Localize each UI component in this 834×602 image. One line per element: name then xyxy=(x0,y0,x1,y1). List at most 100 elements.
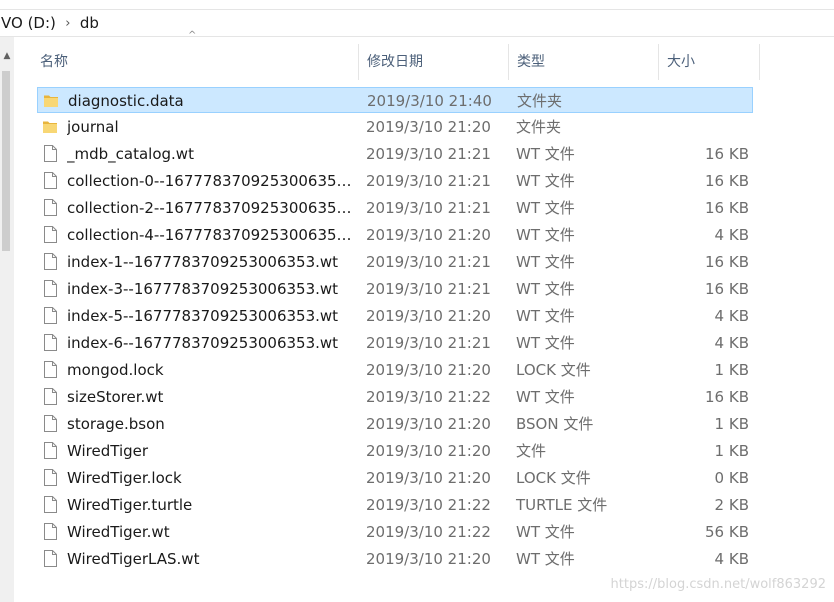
folder-icon xyxy=(43,114,59,140)
file-date: 2019/3/10 21:21 xyxy=(366,253,491,271)
file-type: LOCK 文件 xyxy=(516,469,591,487)
file-date: 2019/3/10 21:20 xyxy=(366,415,491,433)
file-name: sizeStorer.wt xyxy=(67,388,164,406)
file-size: 16 KB xyxy=(705,280,749,298)
breadcrumb-drive[interactable]: VO (D:) xyxy=(0,14,60,32)
file-type: 文件夹 xyxy=(516,118,562,136)
column-divider[interactable] xyxy=(759,44,760,80)
file-size: 4 KB xyxy=(714,334,749,352)
file-size: 16 KB xyxy=(705,172,749,190)
file-icon xyxy=(44,469,57,486)
address-bar[interactable]: VO (D:) › db xyxy=(0,10,834,37)
file-icon xyxy=(43,411,59,437)
file-date: 2019/3/10 21:20 xyxy=(366,361,491,379)
file-row[interactable]: WiredTiger 2019/3/10 21:20 文件 1 KB xyxy=(37,438,753,464)
file-date: 2019/3/10 21:20 xyxy=(366,118,491,136)
file-row[interactable]: WiredTiger.lock 2019/3/10 21:20 LOCK 文件 0 K… xyxy=(37,465,753,491)
file-type: WT 文件 xyxy=(516,307,575,325)
file-size: 16 KB xyxy=(705,388,749,406)
file-row[interactable]: index-1--1677783709253006353.wt 2019/3/10… xyxy=(37,249,753,275)
column-header-size[interactable]: 大小 xyxy=(659,44,760,80)
file-row[interactable]: collection-2--1677783709253006353... 2019… xyxy=(37,195,753,221)
file-date: 2019/3/10 21:21 xyxy=(366,172,491,190)
file-name: WiredTiger.wt xyxy=(67,523,170,541)
scroll-up-arrow-icon[interactable]: ▲ xyxy=(2,51,12,61)
file-name: WiredTiger.lock xyxy=(67,469,182,487)
file-row[interactable]: collection-4--1677783709253006353... 2019… xyxy=(37,222,753,248)
file-icon xyxy=(44,145,57,162)
file-row[interactable]: WiredTiger.wt 2019/3/10 21:22 WT 文件 56 KB xyxy=(37,519,753,545)
file-row[interactable]: index-5--1677783709253006353.wt 2019/3/10… xyxy=(37,303,753,329)
sort-ascending-icon: ^ xyxy=(188,30,197,41)
file-type: WT 文件 xyxy=(516,226,575,244)
file-icon xyxy=(43,222,59,248)
file-type: 文件 xyxy=(516,442,547,460)
file-size: 56 KB xyxy=(705,523,749,541)
folder-icon xyxy=(44,95,58,107)
navigation-pane-scrollbar[interactable]: ▲ xyxy=(0,37,14,602)
file-row[interactable]: storage.bson 2019/3/10 21:20 BSON 文件 1 KB xyxy=(37,411,753,437)
file-icon xyxy=(43,195,59,221)
file-type: TURTLE 文件 xyxy=(516,496,608,514)
file-row[interactable]: journal 2019/3/10 21:20 文件夹 xyxy=(37,114,753,140)
file-type: 文件夹 xyxy=(517,92,563,110)
file-icon xyxy=(44,280,57,297)
file-icon xyxy=(43,303,59,329)
file-row[interactable]: WiredTiger.turtle 2019/3/10 21:22 TURTLE 文… xyxy=(37,492,753,518)
file-icon xyxy=(43,465,59,491)
file-name: WiredTigerLAS.wt xyxy=(67,550,200,568)
file-row[interactable]: diagnostic.data 2019/3/10 21:40 文件夹 xyxy=(37,87,753,113)
file-icon xyxy=(44,226,57,243)
watermark: https://blog.csdn.net/wolf863292 xyxy=(610,577,826,592)
file-name: WiredTiger.turtle xyxy=(67,496,193,514)
file-icon xyxy=(43,438,59,464)
file-date: 2019/3/10 21:20 xyxy=(366,469,491,487)
file-icon xyxy=(44,496,57,513)
file-name: journal xyxy=(67,118,119,136)
file-name: WiredTiger xyxy=(67,442,149,460)
file-name: storage.bson xyxy=(67,415,165,433)
file-size: 16 KB xyxy=(705,145,749,163)
file-date: 2019/3/10 21:21 xyxy=(366,145,491,163)
file-name: collection-2--1677783709253006353... xyxy=(67,199,357,217)
file-icon xyxy=(44,172,57,189)
file-row[interactable]: index-3--1677783709253006353.wt 2019/3/10… xyxy=(37,276,753,302)
file-icon xyxy=(44,361,57,378)
file-type: WT 文件 xyxy=(516,280,575,298)
file-row[interactable]: collection-0--1677783709253006353... 2019… xyxy=(37,168,753,194)
file-icon xyxy=(43,519,59,545)
file-name: index-1--1677783709253006353.wt xyxy=(67,253,339,271)
file-icon xyxy=(43,546,59,572)
file-name: index-3--1677783709253006353.wt xyxy=(67,280,339,298)
file-row[interactable]: mongod.lock 2019/3/10 21:20 LOCK 文件 1 KB xyxy=(37,357,753,383)
column-header-size-label: 大小 xyxy=(667,54,695,70)
file-icon xyxy=(43,384,59,410)
file-name: collection-0--1677783709253006353... xyxy=(67,172,357,190)
breadcrumb-db[interactable]: db xyxy=(76,14,103,32)
file-icon xyxy=(44,199,57,216)
file-row[interactable]: WiredTigerLAS.wt 2019/3/10 21:20 WT 文件 4 KB xyxy=(37,546,753,572)
file-type: WT 文件 xyxy=(516,334,575,352)
file-type: LOCK 文件 xyxy=(516,361,591,379)
file-date: 2019/3/10 21:20 xyxy=(366,442,491,460)
file-icon xyxy=(43,249,59,275)
column-header-name[interactable]: 名称 xyxy=(32,44,359,80)
chevron-right-icon[interactable]: › xyxy=(60,16,76,31)
file-date: 2019/3/10 21:20 xyxy=(366,550,491,568)
file-row[interactable]: index-6--1677783709253006353.wt 2019/3/10… xyxy=(37,330,753,356)
file-size: 1 KB xyxy=(714,361,749,379)
column-header: ^ 名称 修改日期 类型 大小 xyxy=(32,30,760,80)
file-date: 2019/3/10 21:21 xyxy=(366,334,491,352)
column-header-type[interactable]: 类型 xyxy=(509,44,659,80)
scrollbar-thumb[interactable] xyxy=(2,71,10,251)
file-name: _mdb_catalog.wt xyxy=(67,145,194,163)
file-icon xyxy=(44,442,57,459)
file-row[interactable]: sizeStorer.wt 2019/3/10 21:22 WT 文件 16 KB xyxy=(37,384,753,410)
column-header-date[interactable]: 修改日期 xyxy=(359,44,509,80)
file-icon xyxy=(44,415,57,432)
file-row[interactable]: _mdb_catalog.wt 2019/3/10 21:21 WT 文件 16 KB xyxy=(37,141,753,167)
file-icon xyxy=(44,550,57,567)
file-type: WT 文件 xyxy=(516,199,575,217)
file-size: 2 KB xyxy=(714,496,749,514)
window-top-strip xyxy=(0,0,834,10)
